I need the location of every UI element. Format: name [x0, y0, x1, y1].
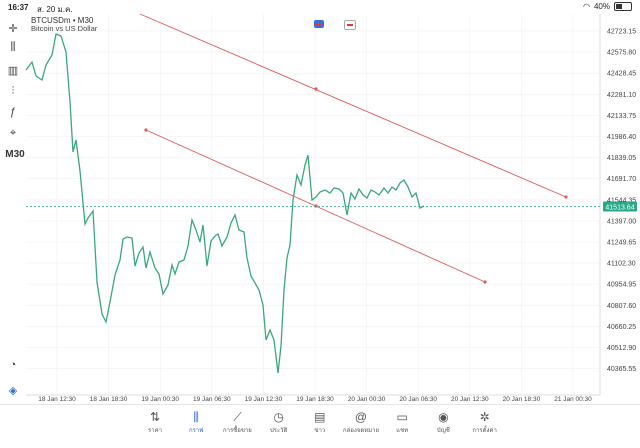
indicators-icon[interactable]: ⫶: [4, 83, 22, 99]
app-logo-icon[interactable]: ◈: [4, 382, 22, 398]
price-chart[interactable]: 42723.15 42575.80 42428.45 42281.10 42133.75…: [0, 0, 640, 404]
account-icon: ◉: [438, 410, 449, 424]
price-axis-label: 41986.40: [607, 134, 636, 141]
bars-icon[interactable]: ▥: [4, 62, 22, 78]
timeframe-button[interactable]: M30: [4, 146, 26, 162]
price-axis-label: 42428.45: [607, 71, 636, 78]
price-axis-label: 40660.25: [607, 324, 636, 331]
price-axis-label: 41249.65: [607, 240, 636, 247]
price-line: [25, 33, 425, 374]
function-icon[interactable]: ƒ: [4, 104, 22, 120]
trendline[interactable]: [139, 13, 567, 198]
price-axis-label: 40512.90: [607, 345, 636, 352]
tab-label: การตั้งค่า: [472, 428, 497, 434]
time-axis-label: 20 Jan 12:30: [451, 396, 489, 403]
time-axis-label: 19 Jan 06:30: [193, 396, 231, 403]
bottom-tab-bar: ⇅ ราคา ⫼ กราฟ ⟋ การซื้อขาย ◷ ประวัติ ▤ ข่าว @ กล่อง…: [0, 404, 640, 448]
time-axis-label: 20 Jan 00:30: [348, 396, 386, 403]
time-axis-label: 19 Jan 18:30: [296, 396, 334, 403]
price-axis-label: 41102.30: [607, 261, 636, 268]
tab-chart[interactable]: ⫼ กราฟ: [176, 409, 216, 435]
price-axis-label: 41397.00: [607, 218, 636, 225]
tab-label: บัญชี: [436, 428, 450, 434]
tab-history[interactable]: ◷ ประวัติ: [259, 409, 299, 435]
mailbox-icon: @: [354, 410, 368, 424]
price-axis-label: 40807.60: [607, 303, 636, 310]
price-axis-label: 42723.15: [607, 29, 636, 36]
symbol-description: Bitcoin vs US Dollar: [31, 24, 98, 33]
chart-icon: ⫼: [193, 410, 199, 424]
flag-icon-secondary[interactable]: [344, 20, 356, 30]
tab-quotes[interactable]: ⇅ ราคา: [135, 409, 175, 435]
tab-label: ข่าว: [314, 428, 326, 434]
trade-icon: ⟋: [233, 410, 242, 424]
tab-account[interactable]: ◉ บัญชี: [423, 409, 463, 435]
tab-label: การซื้อขาย: [222, 428, 252, 434]
tab-label: ราคา: [148, 428, 162, 434]
candles-icon[interactable]: ⫼: [4, 39, 22, 55]
tab-trade[interactable]: ⟋ การซื้อขาย: [217, 409, 257, 435]
price-axis-label: 41691.70: [607, 176, 636, 183]
flag-icon[interactable]: [314, 20, 324, 28]
time-axis-label: 18 Jan 18:30: [90, 396, 128, 403]
left-toolbar: ✛ ⫼ ▥ ⫶ ƒ ⌖ M30 ◔ ◈: [0, 14, 24, 404]
crosshair-icon[interactable]: ✛: [4, 20, 22, 36]
time-axis-label: 19 Jan 00:30: [141, 396, 179, 403]
time-axis-label: 18 Jan 12:30: [38, 396, 76, 403]
price-axis-label: 40365.55: [607, 366, 636, 373]
tab-chat[interactable]: ▭ แชท: [382, 409, 422, 435]
news-icon: ▤: [314, 410, 326, 424]
current-price-label: 41513.64: [603, 201, 637, 212]
settings-icon: ✲: [479, 410, 490, 424]
time-axis-label: 20 Jan 18:30: [503, 396, 541, 403]
price-axis-label: 42281.10: [607, 92, 636, 99]
tab-label: แชท: [396, 428, 409, 434]
objects-icon[interactable]: ⌖: [4, 125, 22, 141]
tab-mailbox[interactable]: @ กล่องจดหมาย: [341, 409, 381, 435]
chat-icon: ▭: [396, 410, 408, 424]
current-price-text: 41513.64: [605, 204, 634, 211]
history-icon: ◷: [273, 410, 284, 424]
price-axis-label: 41839.05: [607, 155, 636, 162]
quotes-icon: ⇅: [149, 410, 161, 424]
tab-label: กราฟ: [188, 428, 204, 434]
tab-settings[interactable]: ✲ การตั้งค่า: [465, 409, 505, 435]
tab-label: ประวัติ: [269, 428, 288, 434]
time-axis-label: 19 Jan 12:30: [245, 396, 283, 403]
tab-news[interactable]: ▤ ข่าว: [300, 409, 340, 435]
tab-label: กล่องจดหมาย: [342, 428, 380, 434]
price-axis-label: 42575.80: [607, 50, 636, 57]
time-axis-label: 20 Jan 06:30: [399, 396, 437, 403]
price-axis-label: 42133.75: [607, 113, 636, 120]
speedometer-icon[interactable]: ◔: [4, 357, 22, 373]
time-axis-label: 21 Jan 00:30: [554, 396, 592, 403]
price-axis-label: 40954.95: [607, 282, 636, 289]
event-badges: [314, 20, 356, 30]
